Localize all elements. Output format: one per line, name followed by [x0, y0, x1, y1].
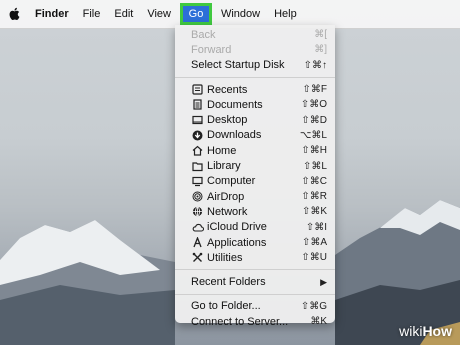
menu-item-label: Desktop: [207, 114, 248, 127]
menu-file[interactable]: File: [76, 0, 108, 28]
menu-item-icloud-drive[interactable]: iCloud Drive ⇧⌘I: [175, 220, 335, 235]
menu-item-label: Go to Folder...: [191, 300, 261, 313]
shortcut-label: ⇧⌘O: [300, 99, 327, 111]
menu-item-utilities[interactable]: Utilities ⇧⌘U: [175, 250, 335, 265]
menu-item-computer[interactable]: Computer ⇧⌘C: [175, 174, 335, 189]
utilities-icon: [191, 252, 204, 264]
menu-item-back: Back ⌘[: [175, 27, 335, 42]
shortcut-label: ⇧⌘D: [301, 114, 327, 126]
shortcut-label: ⇧⌘↑: [303, 59, 327, 71]
menu-item-label: iCloud Drive: [207, 221, 267, 234]
menu-edit[interactable]: Edit: [107, 0, 140, 28]
menu-item-label: Home: [207, 144, 237, 157]
menu-item-network[interactable]: Network ⇧⌘K: [175, 204, 335, 219]
recents-icon: [191, 84, 204, 96]
menu-item-label: AirDrop: [207, 190, 245, 203]
menu-item-label: Computer: [207, 175, 256, 188]
menu-go[interactable]: Go: [182, 6, 209, 22]
menu-item-recent-folders[interactable]: Recent Folders ▶: [175, 274, 335, 289]
shortcut-label: ⇧⌘K: [301, 206, 327, 218]
menu-window[interactable]: Window: [214, 0, 267, 28]
menu-item-label: Documents: [207, 98, 263, 111]
menu-item-applications[interactable]: Applications ⇧⌘A: [175, 235, 335, 250]
menu-item-label: Select Startup Disk: [191, 59, 285, 72]
computer-icon: [191, 175, 204, 187]
network-icon: [191, 206, 204, 218]
library-icon: [191, 160, 204, 172]
menu-item-go-to-folder[interactable]: Go to Folder... ⇧⌘G: [175, 299, 335, 314]
menu-item-documents[interactable]: Documents ⇧⌘O: [175, 97, 335, 112]
menu-item-recents[interactable]: Recents ⇧⌘F: [175, 82, 335, 97]
menu-item-desktop[interactable]: Desktop ⇧⌘D: [175, 112, 335, 127]
shortcut-label: ⇧⌘H: [301, 145, 327, 157]
menu-help[interactable]: Help: [267, 0, 304, 28]
menu-item-label: Downloads: [207, 129, 262, 142]
shortcut-label: ⇧⌘F: [302, 84, 328, 96]
menu-separator: [175, 269, 335, 271]
go-menu-highlight: Go: [179, 3, 212, 25]
shortcut-label: ⇧⌘C: [301, 175, 327, 187]
shortcut-label: ⇧⌘A: [301, 237, 327, 248]
documents-icon: [191, 99, 204, 111]
menu-item-forward: Forward ⌘]: [175, 42, 335, 57]
downloads-icon: [191, 129, 204, 141]
shortcut-label: ⌥⌘L: [299, 129, 327, 141]
menu-item-label: Forward: [191, 43, 232, 56]
menu-view[interactable]: View: [140, 0, 178, 28]
airdrop-icon: [191, 191, 204, 203]
menu-item-connect-to-server[interactable]: Connect to Server... ⌘K: [175, 314, 335, 329]
menu-separator: [175, 293, 335, 295]
menu-item-label: Network: [207, 205, 248, 218]
shortcut-label: ⇧⌘U: [301, 252, 327, 264]
shortcut-label: ⌘[: [314, 29, 327, 41]
wikihow-watermark: wikiHow: [399, 323, 452, 339]
menu-item-label: Back: [191, 28, 216, 41]
shortcut-label: ⇧⌘I: [305, 221, 327, 233]
menu-item-label: Connect to Server...: [191, 315, 289, 328]
go-dropdown-menu: Back ⌘[ Forward ⌘] Select Startup Disk ⇧…: [175, 25, 335, 328]
menu-item-library[interactable]: Library ⇧⌘L: [175, 158, 335, 173]
menu-item-select-startup-disk[interactable]: Select Startup Disk ⇧⌘↑: [175, 58, 335, 73]
desktop-icon: [191, 114, 204, 126]
menu-item-label: Applications: [207, 236, 267, 249]
home-icon: [191, 145, 204, 157]
menu-item-label: Recents: [207, 83, 248, 96]
menu-finder[interactable]: Finder: [28, 0, 76, 28]
menu-separator: [175, 76, 335, 78]
shortcut-label: ⇧⌘L: [303, 160, 327, 172]
menu-item-airdrop[interactable]: AirDrop ⇧⌘R: [175, 189, 335, 204]
icloud-icon: [191, 221, 204, 233]
menu-item-downloads[interactable]: Downloads ⌥⌘L: [175, 128, 335, 143]
menu-item-home[interactable]: Home ⇧⌘H: [175, 143, 335, 158]
applications-icon: [191, 237, 204, 249]
shortcut-label: ⌘K: [310, 316, 327, 328]
menu-item-label: Recent Folders: [191, 276, 266, 289]
shortcut-label: ⇧⌘G: [300, 300, 327, 312]
submenu-arrow-icon: ▶: [320, 276, 327, 287]
shortcut-label: ⌘]: [314, 44, 327, 56]
apple-icon[interactable]: [8, 0, 22, 28]
menu-item-label: Utilities: [207, 251, 243, 264]
shortcut-label: ⇧⌘R: [301, 191, 327, 203]
menu-item-label: Library: [207, 160, 241, 173]
